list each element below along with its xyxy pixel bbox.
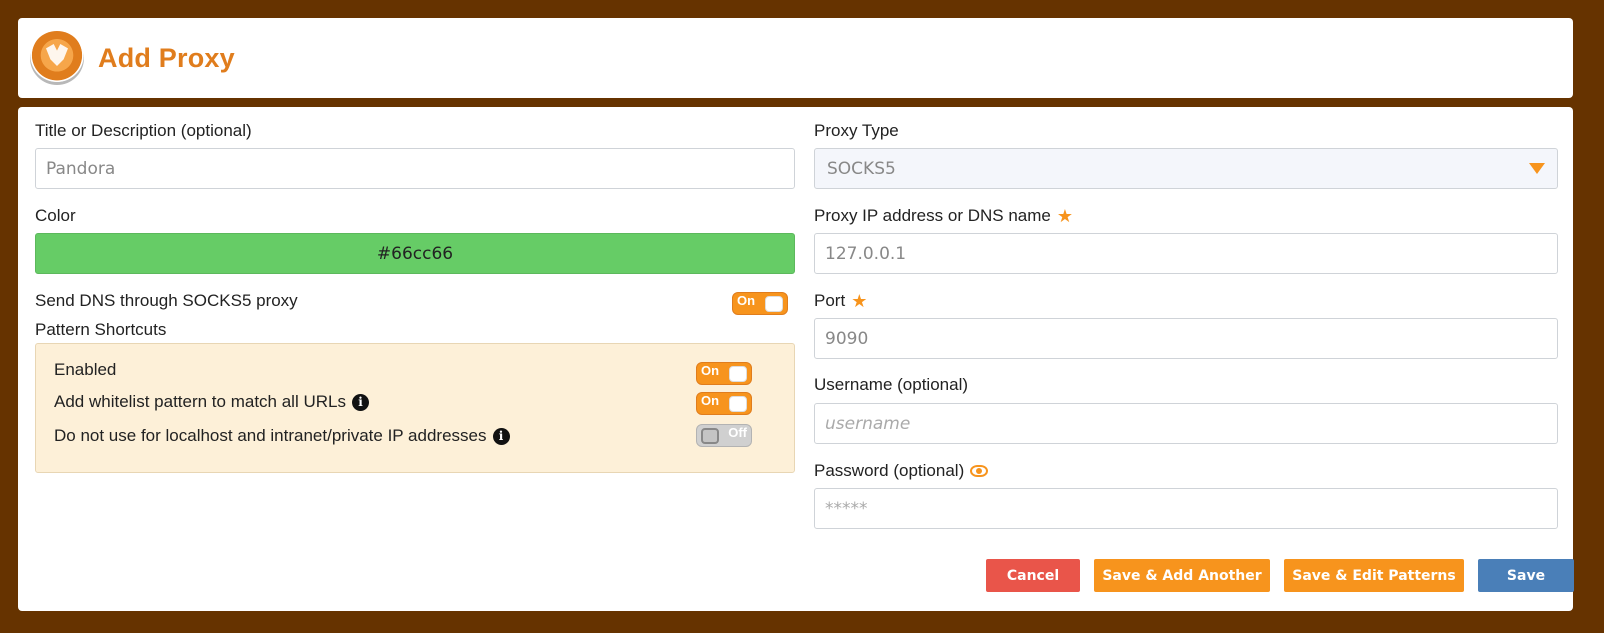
password-label: Password (optional) <box>814 461 989 481</box>
shortcut-label: Do not use for localhost and intranet/pr… <box>54 426 487 445</box>
toggle-label: On <box>701 363 720 378</box>
info-icon[interactable]: i <box>351 393 369 411</box>
shortcut-enabled-toggle[interactable]: On <box>696 362 752 385</box>
host-label-text: Proxy IP address or DNS name <box>814 206 1051 225</box>
required-star-icon: ★ <box>1056 206 1073 226</box>
title-input[interactable] <box>35 148 795 189</box>
toggle-knob <box>729 365 747 382</box>
toggle-knob <box>729 395 747 412</box>
password-input[interactable] <box>814 488 1558 529</box>
host-label: Proxy IP address or DNS name ★ <box>814 206 1073 226</box>
page-title: Add Proxy <box>98 42 235 73</box>
username-label: Username (optional) <box>814 375 969 394</box>
shortcut-whitelist-toggle[interactable]: On <box>696 392 752 415</box>
shortcuts-label: Pattern Shortcuts <box>35 320 167 339</box>
port-label-text: Port <box>814 291 846 310</box>
shortcut-label: Add whitelist pattern to match all URLs <box>54 392 346 411</box>
dns-toggle-label: On <box>737 293 756 308</box>
shortcut-label: Enabled <box>54 360 117 379</box>
save-add-another-button[interactable]: Save & Add Another <box>1094 559 1270 592</box>
required-star-icon: ★ <box>851 291 868 311</box>
pattern-shortcuts-panel: Enabled On Add whitelist pattern to matc… <box>35 343 795 473</box>
cancel-button[interactable]: Cancel <box>986 559 1080 592</box>
title-label: Title or Description (optional) <box>35 121 252 140</box>
password-label-text: Password (optional) <box>814 461 965 480</box>
save-edit-patterns-button[interactable]: Save & Edit Patterns <box>1284 559 1464 592</box>
fox-logo-icon <box>30 31 84 85</box>
port-input[interactable] <box>814 318 1558 359</box>
proxy-type-label: Proxy Type <box>814 121 899 140</box>
proxy-type-select[interactable]: SOCKS5 <box>814 148 1558 189</box>
eye-icon[interactable] <box>970 465 989 477</box>
username-input[interactable] <box>814 403 1558 444</box>
port-label: Port ★ <box>814 291 867 311</box>
shortcut-localhost-label: Do not use for localhost and intranet/pr… <box>54 426 510 446</box>
proxy-form: Title or Description (optional) Color #6… <box>18 107 1574 611</box>
page-header: Add Proxy <box>18 18 1573 98</box>
info-icon[interactable]: i <box>492 427 510 445</box>
dns-label: Send DNS through SOCKS5 proxy <box>35 291 298 310</box>
shortcut-localhost-toggle[interactable]: Off <box>696 424 752 447</box>
toggle-label: On <box>701 393 720 408</box>
color-picker[interactable]: #66cc66 <box>35 233 795 274</box>
color-label: Color <box>35 206 76 225</box>
shortcut-whitelist-label: Add whitelist pattern to match all URLs … <box>54 392 369 412</box>
shortcut-enabled-label: Enabled <box>54 360 116 380</box>
toggle-label: Off <box>728 425 747 440</box>
proxy-type-value: SOCKS5 <box>827 158 896 179</box>
host-input[interactable] <box>814 233 1558 274</box>
save-button[interactable]: Save <box>1478 559 1574 592</box>
toggle-knob <box>701 427 719 444</box>
dns-toggle[interactable]: On <box>732 292 788 315</box>
chevron-down-icon <box>1529 163 1545 174</box>
toggle-knob <box>765 295 783 312</box>
